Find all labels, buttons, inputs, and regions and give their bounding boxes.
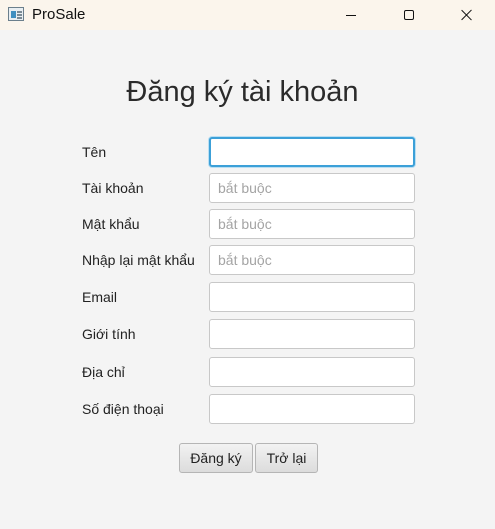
register-button[interactable]: Đăng ký: [179, 443, 253, 473]
phone-field[interactable]: [209, 394, 415, 424]
window-title: ProSale: [32, 6, 86, 23]
gender-field[interactable]: [209, 319, 415, 349]
password-field[interactable]: [209, 209, 415, 239]
account-field[interactable]: [209, 173, 415, 203]
maximize-button[interactable]: [386, 0, 432, 30]
email-label: Email: [82, 289, 118, 305]
form-heading: Đăng ký tài khoản: [126, 76, 359, 108]
address-label: Địa chỉ: [82, 364, 125, 380]
app-window-icon: [8, 7, 24, 21]
confirm-password-label: Nhập lại mật khẩu: [82, 252, 195, 268]
minimize-button[interactable]: [328, 0, 374, 30]
close-button[interactable]: [444, 0, 490, 30]
name-label: Tên: [82, 144, 107, 160]
address-field[interactable]: [209, 357, 415, 387]
maximize-icon: [404, 10, 414, 20]
password-label: Mật khẩu: [82, 216, 140, 232]
close-icon: [461, 9, 473, 21]
gender-label: Giới tính: [82, 326, 136, 342]
back-button[interactable]: Trở lại: [255, 443, 318, 473]
email-field[interactable]: [209, 282, 415, 312]
phone-label: Số điện thoại: [82, 401, 164, 417]
account-label: Tài khoản: [82, 180, 144, 196]
minimize-icon: [346, 14, 356, 16]
name-field[interactable]: [209, 137, 415, 167]
title-bar: ProSale: [0, 0, 495, 30]
confirm-password-field[interactable]: [209, 245, 415, 275]
